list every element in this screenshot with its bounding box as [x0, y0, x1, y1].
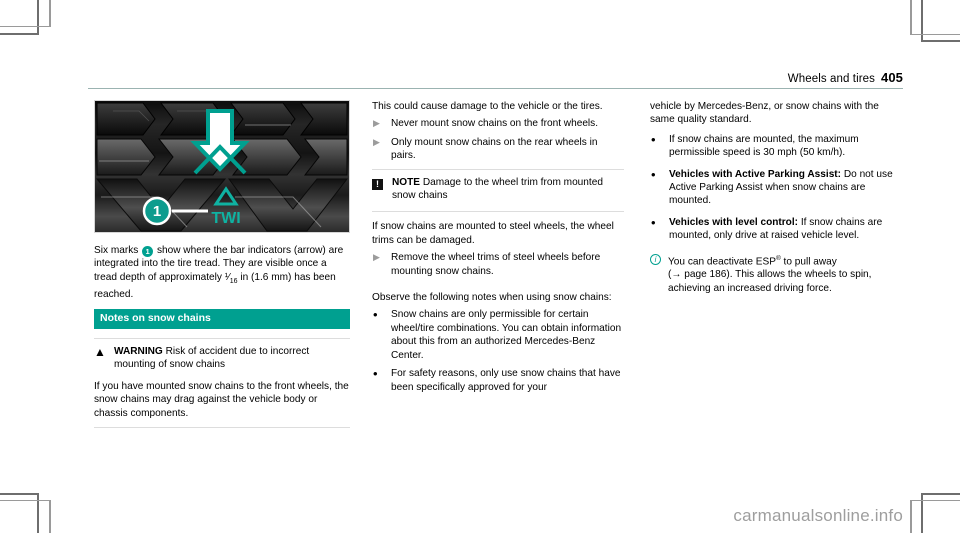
inline-callout-1: 1 [142, 246, 154, 257]
bullet-text-wrap: Vehicles with level control: If snow cha… [669, 216, 906, 243]
crop-mark-top-right-horizontal-outer [910, 34, 960, 35]
observe-bullet-list: • Snow chains are only permissible for c… [372, 308, 624, 393]
action-text: Only mount snow chains on the rear wheel… [391, 136, 598, 162]
note-action-list: ▶ Remove the wheel trims of steel wheels… [372, 251, 624, 278]
intro-before-marker: Six marks [94, 245, 139, 256]
crop-mark-bottom-left-horizontal-outer [0, 500, 51, 501]
middle-continued-text: This could cause damage to the vehicle o… [372, 101, 603, 112]
action-text: Never mount snow chains on the front whe… [391, 118, 599, 130]
crop-mark-top-left-vertical [37, 0, 39, 35]
note-exclamation-icon: ! [372, 176, 392, 190]
info-text-b: to pull away [780, 256, 837, 268]
crop-mark-top-left-vertical-outer [49, 0, 51, 27]
bullet-text: If snow chains are mounted, the maximum … [669, 133, 859, 159]
note-label: NOTE [392, 176, 421, 188]
list-item: ▶ Only mount snow chains on the rear whe… [372, 136, 624, 163]
action-triangle-icon: ▶ [373, 136, 380, 147]
action-triangle-icon: ▶ [373, 118, 380, 129]
observe-lead: Observe the following notes when using s… [372, 292, 612, 304]
note-body: If snow chains are mounted to steel whee… [372, 221, 614, 246]
info-text-line2: (→ page 186). This allows the wheels to … [668, 269, 872, 294]
list-item: • Vehicles with Active Parking Assist: D… [650, 166, 906, 208]
list-item: • For safety reasons, only use snow chai… [372, 367, 624, 394]
action-triangle-icon: ▶ [373, 252, 380, 263]
column-right: vehicle by Mercedes-Benz, or snow chains… [650, 100, 906, 295]
warning-head: ▲ WARNING Risk of accident due to incorr… [94, 345, 350, 372]
note-box: ! NOTE Damage to the wheel trim from mou… [372, 168, 624, 213]
action-text: Remove the wheel trims of steel wheels b… [391, 252, 601, 277]
tread-illustration: 1 TWI [95, 102, 349, 232]
page-number: 405 [881, 70, 903, 85]
list-item: • Vehicles with level control: If snow c… [650, 214, 906, 243]
crop-mark-top-right-vertical [921, 0, 923, 42]
bullet-bold-lead: Vehicles with level control: [669, 216, 799, 228]
list-item: • If snow chains are mounted, the maximu… [650, 131, 906, 160]
bullet-text: For safety reasons, only use snow chains… [391, 368, 621, 393]
crop-mark-bottom-right-horizontal [921, 493, 960, 495]
note-title-wrap: NOTE Damage to the wheel trim from mount… [392, 176, 624, 203]
warning-label: WARNING [114, 346, 163, 358]
bullet-text-wrap: Vehicles with Active Parking Assist: Do … [669, 168, 906, 208]
svg-text:1: 1 [153, 203, 161, 220]
crop-mark-top-right-vertical-outer [910, 0, 912, 35]
list-item: ▶ Never mount snow chains on the front w… [372, 117, 624, 130]
bullet-dot-icon: • [373, 307, 378, 323]
section-heading-notes-on-snow-chains: Notes on snow chains [94, 308, 350, 330]
bullet-dot-icon: • [373, 366, 378, 382]
info-text-wrap: You can deactivate ESP® to pull away (→ p… [668, 252, 906, 296]
running-head: Wheels and tires 405 [788, 70, 903, 85]
warning-triangle-icon: ▲ [94, 345, 106, 360]
tread-depth-fraction: ¹⁄16 [224, 271, 238, 285]
crop-mark-bottom-left-horizontal [0, 493, 39, 495]
bullet-dot-icon: • [651, 214, 656, 230]
bullet-bold-lead: Vehicles with Active Parking Assist: [669, 168, 842, 180]
crop-mark-top-right-horizontal [921, 40, 960, 42]
middle-action-list: ▶ Never mount snow chains on the front w… [372, 117, 624, 162]
warning-box: ▲ WARNING Risk of accident due to incorr… [94, 338, 350, 429]
list-item: • Snow chains are only permissible for c… [372, 308, 624, 362]
list-item: ▶ Remove the wheel trims of steel wheels… [372, 251, 624, 278]
crop-mark-top-left-horizontal-outer [0, 26, 51, 27]
column-left: 1 TWI Six marks 1 show where the bar ind… [94, 100, 350, 436]
bullet-text: Snow chains are only permissible for cer… [391, 309, 622, 361]
intro-paragraph: Six marks 1 show where the bar indicator… [94, 244, 350, 302]
column-middle: This could cause damage to the vehicle o… [372, 100, 624, 399]
right-bullet-list: • If snow chains are mounted, the maximu… [650, 131, 906, 243]
bullet-dot-icon: • [651, 131, 656, 147]
crop-mark-bottom-left-vertical [37, 493, 39, 533]
header-rule [88, 88, 903, 89]
right-continued-text: vehicle by Mercedes-Benz, or snow chains… [650, 101, 879, 126]
info-note: i You can deactivate ESP® to pull away (→… [650, 252, 906, 296]
svg-text:TWI: TWI [211, 210, 240, 227]
note-title: Damage to the wheel trim from mounted sn… [392, 176, 603, 202]
crop-mark-top-left-horizontal [0, 33, 39, 35]
crop-mark-bottom-right-vertical [921, 493, 923, 533]
tire-tread-figure: 1 TWI [94, 100, 350, 233]
bullet-dot-icon: • [651, 166, 656, 182]
crop-mark-bottom-right-vertical-outer [910, 500, 912, 533]
crop-mark-bottom-left-vertical-outer [49, 500, 51, 533]
note-head: ! NOTE Damage to the wheel trim from mou… [372, 176, 624, 203]
info-text-a: You can deactivate ESP [668, 256, 776, 268]
warning-body: If you have mounted snow chains to the f… [94, 380, 349, 419]
crop-mark-bottom-right-horizontal-outer [910, 500, 960, 501]
running-head-title: Wheels and tires [787, 73, 875, 85]
warning-title-wrap: WARNING Risk of accident due to incorrec… [114, 345, 350, 372]
info-circle-icon: i [650, 252, 668, 266]
watermark: carmanualsonline.info [733, 506, 903, 525]
